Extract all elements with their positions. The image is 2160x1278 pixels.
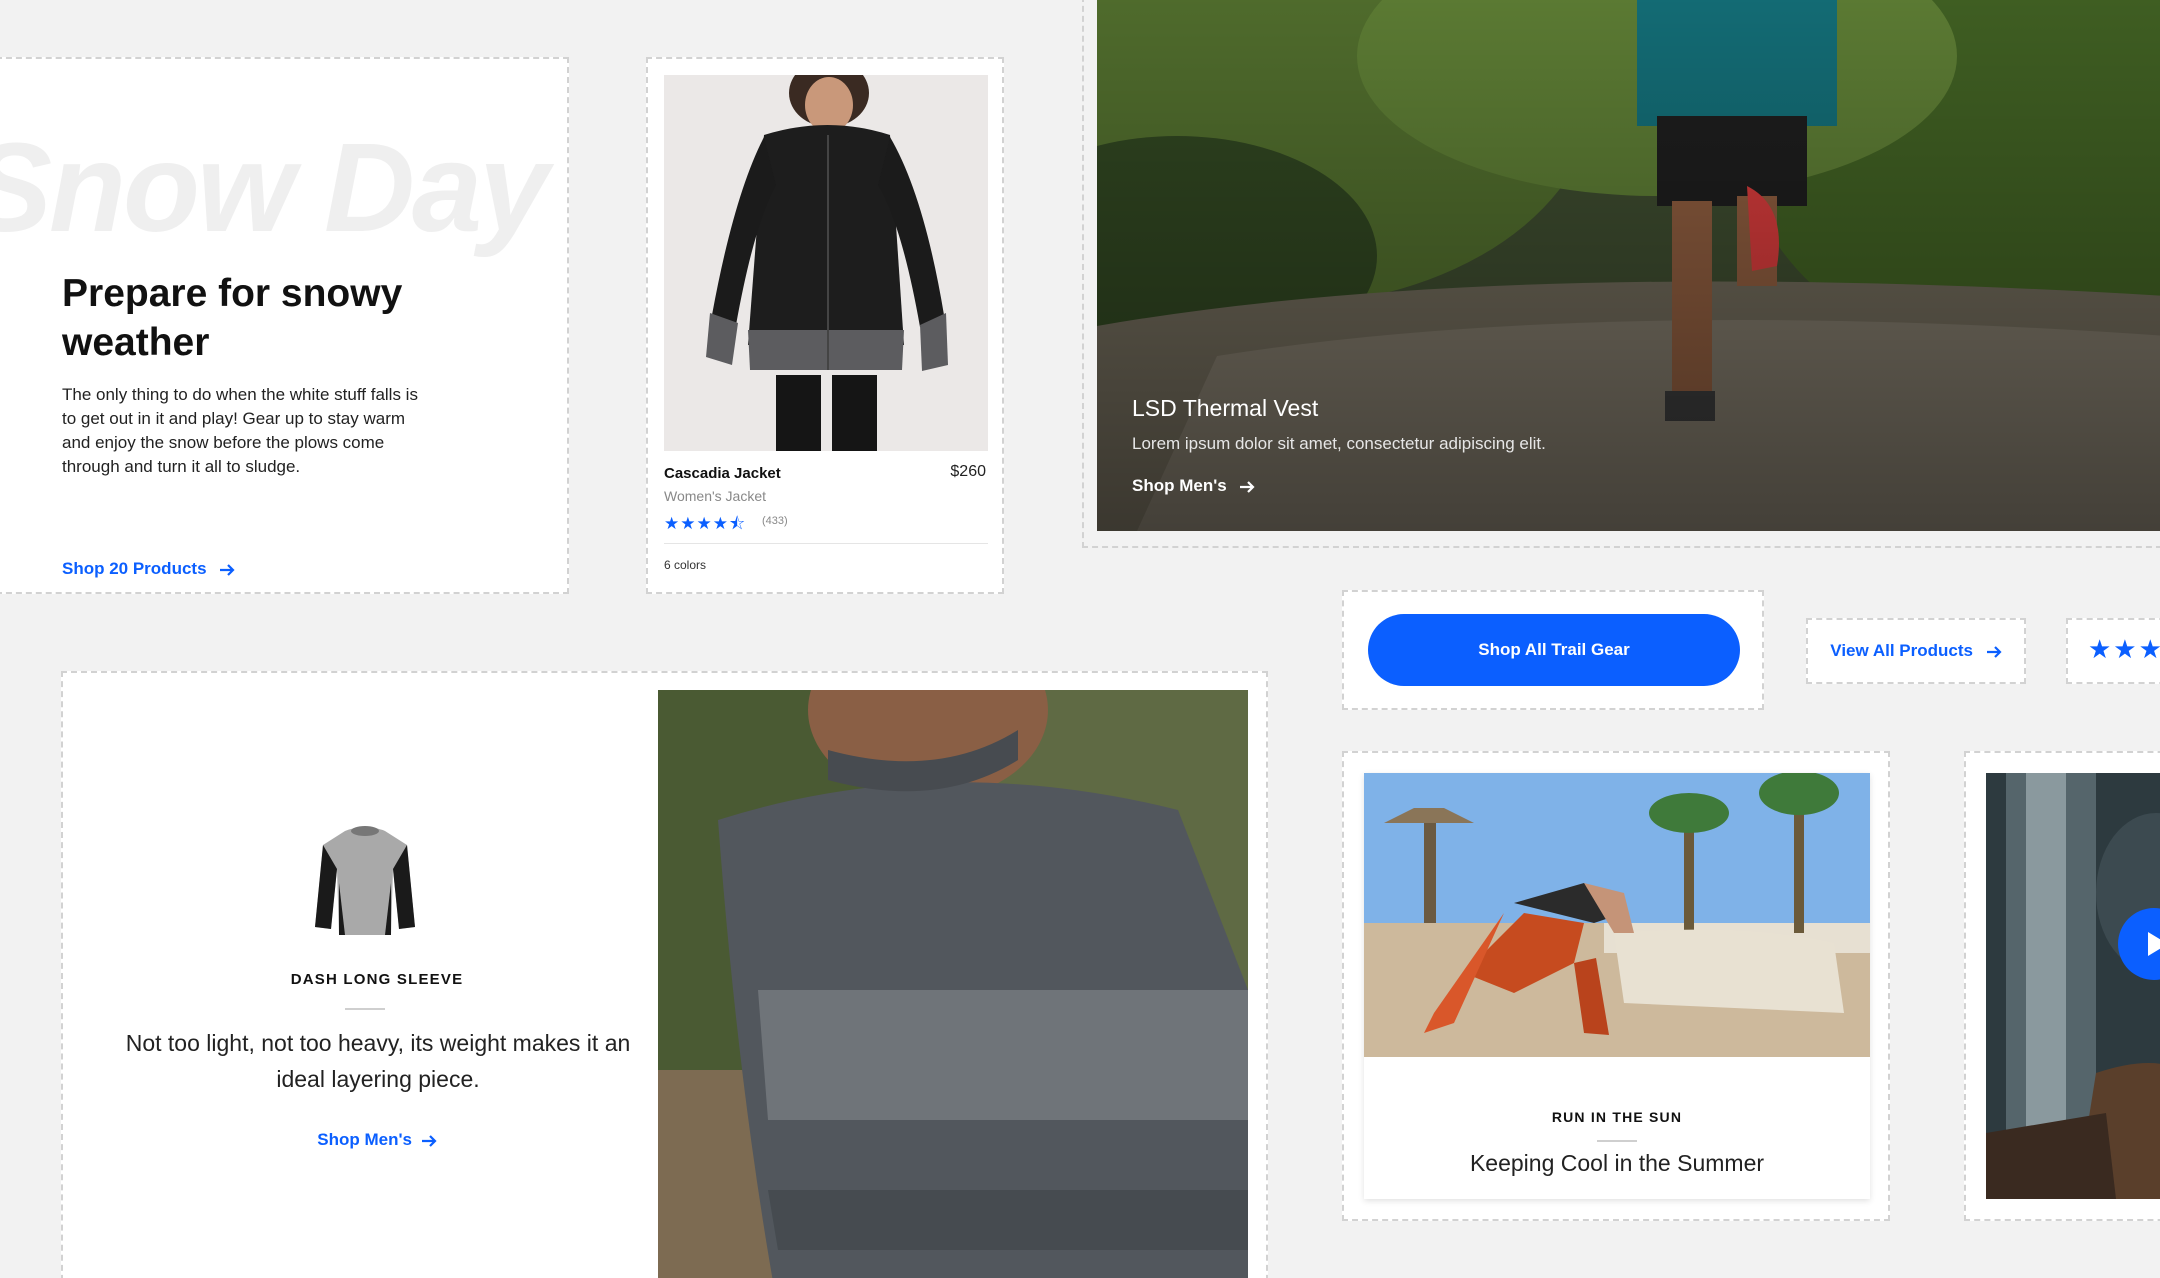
dash-card-label: DASH LONG SLEEVE: [290, 971, 464, 988]
view-all-products-label: View All Products: [1830, 641, 1973, 660]
man-long-sleeve-photo[interactable]: [658, 690, 1248, 1278]
shop-mens-hero-link[interactable]: Shop Men's: [1132, 476, 1256, 496]
arrow-right-icon: [1240, 480, 1256, 493]
arrow-right-icon: [1986, 645, 2002, 658]
divider: [664, 543, 988, 544]
shop-mens-label: Shop Men's: [317, 1130, 412, 1149]
snow-day-card: Snow Day Prepare for snowy weather The o…: [0, 57, 569, 594]
snow-card-title: Prepare for snowy weather: [62, 272, 403, 364]
product-name[interactable]: Cascadia Jacket: [664, 465, 781, 482]
long-sleeve-thumbnail[interactable]: [311, 823, 419, 941]
waterfall-runner-photo[interactable]: [1986, 773, 2160, 1199]
play-button[interactable]: [2118, 908, 2160, 980]
snow-card-body: The only thing to do when the white stuf…: [62, 385, 418, 476]
hero-body: Lorem ipsum dolor sit amet, consectetur …: [1132, 434, 1546, 453]
product-price: $260: [950, 463, 986, 480]
play-icon: [2148, 932, 2160, 956]
shop-mens-hero-label: Shop Men's: [1132, 476, 1227, 495]
runner-stretching-photo[interactable]: [1364, 773, 1870, 1057]
black-jacket-photo[interactable]: [664, 75, 988, 451]
shop-products-label: Shop 20 Products: [62, 559, 207, 578]
star-rating: ★★★★⯪: [664, 514, 747, 533]
dash-long-sleeve-card: DASH LONG SLEEVE Not too light, not too …: [61, 671, 1268, 1278]
shop-mens-link[interactable]: Shop Men's: [103, 1130, 651, 1150]
snow-day-watermark: Snow Day: [0, 117, 549, 258]
article-card[interactable]: RUN IN THE SUN Keeping Cool in the Summe…: [1364, 773, 1870, 1199]
hero-title: LSD Thermal Vest: [1132, 395, 1319, 421]
divider: [1597, 1140, 1637, 1142]
arrow-right-icon: [220, 563, 235, 576]
primary-button-card: Shop All Trail Gear: [1342, 590, 1764, 710]
shop-all-trail-gear-button[interactable]: Shop All Trail Gear: [1368, 614, 1740, 686]
video-card: [1964, 751, 2160, 1221]
view-all-products-link[interactable]: View All Products: [1808, 620, 2024, 682]
product-subtitle: Women's Jacket: [664, 488, 767, 504]
view-all-card: View All Products: [1806, 618, 2026, 684]
article-title[interactable]: Keeping Cool in the Summer: [1364, 1150, 1870, 1177]
product-card[interactable]: Cascadia Jacket $260 Women's Jacket ★★★★…: [646, 57, 1004, 594]
shop-products-link[interactable]: Shop 20 Products: [62, 559, 235, 579]
review-count: (433): [762, 515, 788, 527]
color-count[interactable]: 6 colors: [664, 558, 706, 572]
stars-card: ★★★: [2066, 618, 2160, 684]
arrow-right-icon: [421, 1134, 437, 1147]
divider: [345, 1008, 385, 1010]
run-in-the-sun-card: RUN IN THE SUN Keeping Cool in the Summe…: [1342, 751, 1890, 1221]
star-rating: ★★★: [2088, 634, 2160, 664]
article-category: RUN IN THE SUN: [1551, 1109, 1683, 1125]
dash-card-body: Not too light, not too heavy, its weight…: [125, 1030, 631, 1092]
